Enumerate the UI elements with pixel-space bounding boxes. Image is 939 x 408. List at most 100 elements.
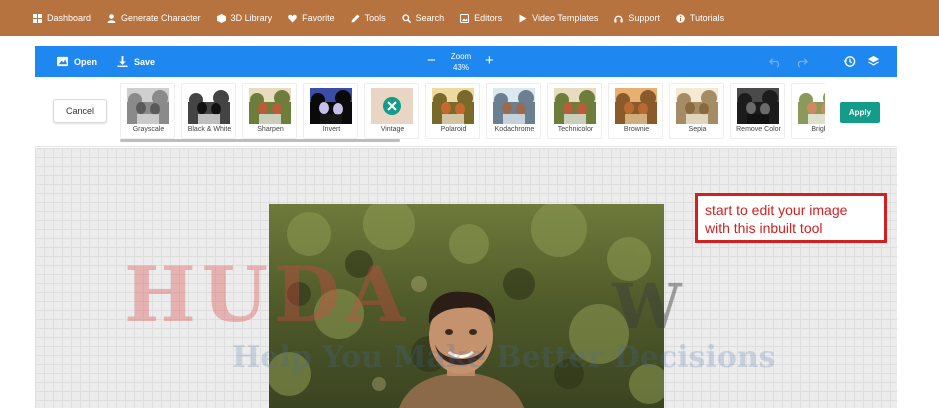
history-icon[interactable] <box>843 55 856 68</box>
filter-label: Grayscale <box>132 126 165 133</box>
nav-item-label: Tools <box>364 13 386 23</box>
filter-technicolor[interactable]: Technicolor <box>547 83 602 139</box>
editor-canvas[interactable] <box>35 148 897 408</box>
filter-label: Invert <box>322 126 341 133</box>
filter-thumbnail <box>432 88 474 124</box>
callout-line-2: with this inbuilt tool <box>705 220 823 236</box>
grid-icon <box>33 13 42 23</box>
filter-brownie[interactable]: Brownie <box>608 83 663 139</box>
annotation-callout: start to edit your image with this inbui… <box>695 193 887 243</box>
filter-label: Sepia <box>688 126 707 133</box>
filter-preview-image <box>493 88 535 124</box>
editor-toolbar: Open Save − Zoom 43% + <box>35 46 897 77</box>
filter-bar: Cancel Grayscale Black & White Sharpen Inve… <box>35 77 897 147</box>
nav-item-dashboard[interactable]: Dashboard <box>33 13 91 23</box>
play-icon <box>519 14 527 22</box>
image-icon <box>460 13 470 23</box>
filter-thumbnail <box>127 88 169 124</box>
filter-preview-image <box>554 88 596 124</box>
nav-item-label: Tutorials <box>689 13 725 23</box>
edited-photo[interactable] <box>269 204 664 408</box>
nav-item-label: Dashboard <box>47 13 92 23</box>
filter-label: Black & White <box>187 126 232 133</box>
filter-brigh[interactable]: Brigh <box>791 83 825 139</box>
nav-item-label: Generate Character <box>121 13 201 23</box>
filter-thumbnail <box>249 88 291 124</box>
nav-item-label: 3D Library <box>230 13 273 23</box>
zoom-label: Zoom <box>450 52 472 61</box>
search-icon <box>401 13 411 23</box>
nav-item-3d-library[interactable]: 3D Library <box>216 13 273 23</box>
filter-preview-image <box>249 88 291 124</box>
filter-preview-image <box>127 88 169 124</box>
filter-vintage[interactable]: Vintage <box>364 83 419 139</box>
filter-kodachrome[interactable]: Kodachrome <box>486 83 541 139</box>
heart-icon <box>288 14 297 22</box>
filter-label: Brigh <box>811 126 825 133</box>
selected-check-icon <box>371 88 413 124</box>
filter-thumbnail <box>188 88 230 124</box>
filter-scrollbar[interactable] <box>120 139 825 142</box>
nav-item-video-templates[interactable]: Video Templates <box>518 13 598 23</box>
filter-thumbnail <box>310 88 352 124</box>
filter-preview-image <box>310 88 352 124</box>
filter-preview-image <box>615 88 657 124</box>
filter-sepia[interactable]: Sepia <box>669 83 724 139</box>
filter-thumbnail <box>737 88 779 124</box>
redo-icon[interactable] <box>795 55 808 68</box>
nav-item-support[interactable]: Support <box>614 13 660 23</box>
save-button[interactable]: Save <box>117 46 155 77</box>
open-label: Open <box>74 56 98 67</box>
filter-thumbnail <box>493 88 535 124</box>
filter-black-white[interactable]: Black & White <box>181 83 236 139</box>
nav-item-editors[interactable]: Editors <box>460 13 502 23</box>
filter-list: Grayscale Black & White Sharpen Invert Vinta… <box>120 83 825 139</box>
filter-thumbnail <box>676 88 718 124</box>
filter-invert[interactable]: Invert <box>303 83 358 139</box>
nav-item-generate-character[interactable]: Generate Character <box>107 13 201 23</box>
filter-polaroid[interactable]: Polaroid <box>425 83 480 139</box>
nav-item-label: Video Templates <box>532 13 599 23</box>
filter-sharpen[interactable]: Sharpen <box>242 83 297 139</box>
filter-preview-image <box>798 88 825 124</box>
filter-preview-image <box>676 88 718 124</box>
open-button[interactable]: Open <box>57 46 97 77</box>
filter-scrollbar-thumb[interactable] <box>120 139 400 142</box>
filter-thumbnail <box>615 88 657 124</box>
nav-item-label: Editors <box>474 13 503 23</box>
callout-line-1: start to edit your image <box>705 202 848 218</box>
cube-icon <box>216 13 226 23</box>
filter-grayscale[interactable]: Grayscale <box>120 83 175 139</box>
apply-button[interactable]: Apply <box>840 102 880 123</box>
filter-label: Technicolor <box>557 126 594 133</box>
nav-item-tools[interactable]: Tools <box>351 13 386 23</box>
zoom-display: Zoom 43% <box>443 51 479 73</box>
filter-preview-image <box>737 88 779 124</box>
info-icon <box>676 13 685 23</box>
nav-item-tutorials[interactable]: Tutorials <box>676 13 724 23</box>
filter-label: Polaroid <box>440 126 467 133</box>
filter-label: Vintage <box>380 126 405 133</box>
photo-image <box>269 204 664 408</box>
undo-icon[interactable] <box>769 55 782 68</box>
filter-thumbnail <box>554 88 596 124</box>
person-icon <box>107 13 116 23</box>
pencil-icon <box>351 14 360 22</box>
filter-thumbnail <box>798 88 825 124</box>
zoom-in-button[interactable]: + <box>485 52 494 70</box>
layers-icon[interactable] <box>867 55 880 68</box>
top-nav: Dashboard Generate Character 3D Library Fav… <box>0 0 939 36</box>
filter-remove-color[interactable]: Remove Color <box>730 83 785 139</box>
nav-item-search[interactable]: Search <box>401 13 445 23</box>
headset-icon <box>614 15 624 22</box>
save-label: Save <box>134 56 156 67</box>
zoom-out-button[interactable]: − <box>427 52 436 70</box>
nav-item-label: Search <box>415 13 445 23</box>
image-icon <box>57 56 68 67</box>
filter-label: Brownie <box>623 126 650 133</box>
filter-preview-image <box>188 88 230 124</box>
cancel-button[interactable]: Cancel <box>53 99 107 123</box>
filter-label: Kodachrome <box>494 126 535 133</box>
nav-item-favorite[interactable]: Favorite <box>288 13 335 23</box>
filter-label: Sharpen <box>257 126 284 133</box>
